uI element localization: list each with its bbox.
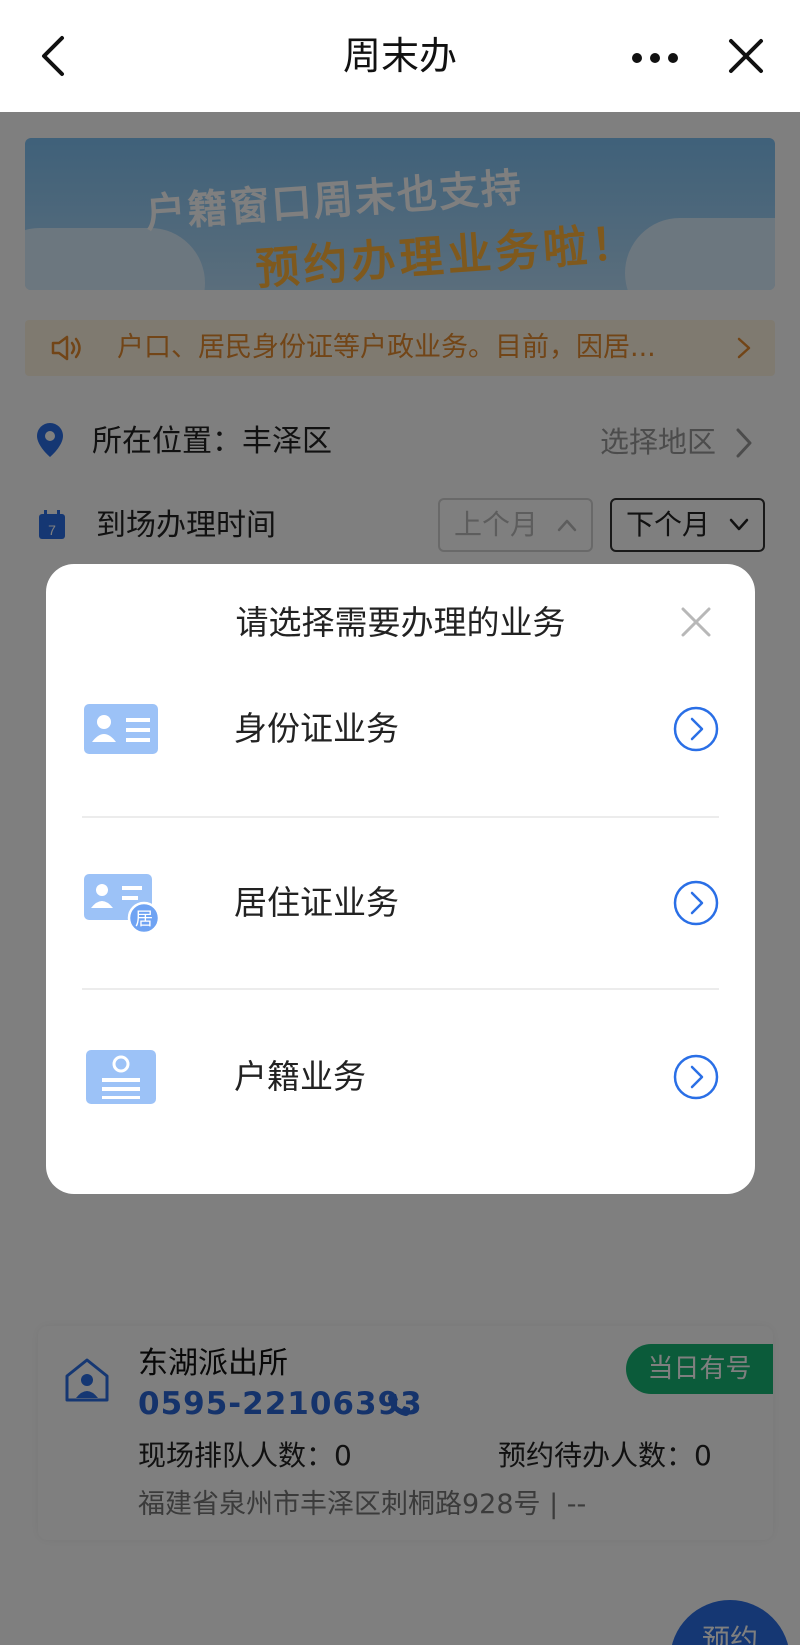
close-icon[interactable] bbox=[728, 38, 764, 74]
modal-title: 请选择需要办理的业务 bbox=[235, 603, 566, 642]
more-dots-icon[interactable] bbox=[630, 50, 680, 64]
chevron-circle-right-icon[interactable] bbox=[673, 706, 719, 752]
service-select-modal: 请选择需要办理的业务 身份证业务 居 居住证业务 户籍业务 bbox=[46, 564, 755, 1194]
top-nav-bar: 周末办 bbox=[0, 0, 800, 112]
service-item-id-card[interactable]: 身份证业务 bbox=[82, 644, 719, 814]
id-card-icon bbox=[82, 698, 162, 760]
chevron-circle-right-icon[interactable] bbox=[673, 880, 719, 926]
chevron-left-icon[interactable] bbox=[36, 34, 72, 78]
svg-text:居: 居 bbox=[135, 909, 153, 930]
page-title: 周末办 bbox=[342, 34, 457, 78]
service-item-label: 户籍业务 bbox=[234, 1057, 366, 1096]
household-register-icon bbox=[82, 1046, 162, 1108]
chevron-circle-right-icon[interactable] bbox=[673, 1054, 719, 1100]
divider bbox=[82, 988, 719, 990]
service-item-household-register[interactable]: 户籍业务 bbox=[82, 992, 719, 1162]
residence-permit-icon: 居 bbox=[82, 872, 162, 935]
service-item-label: 身份证业务 bbox=[234, 709, 399, 748]
close-icon[interactable] bbox=[680, 606, 712, 638]
service-item-label: 居住证业务 bbox=[234, 883, 399, 922]
service-item-residence-permit[interactable]: 居 居住证业务 bbox=[82, 818, 719, 988]
